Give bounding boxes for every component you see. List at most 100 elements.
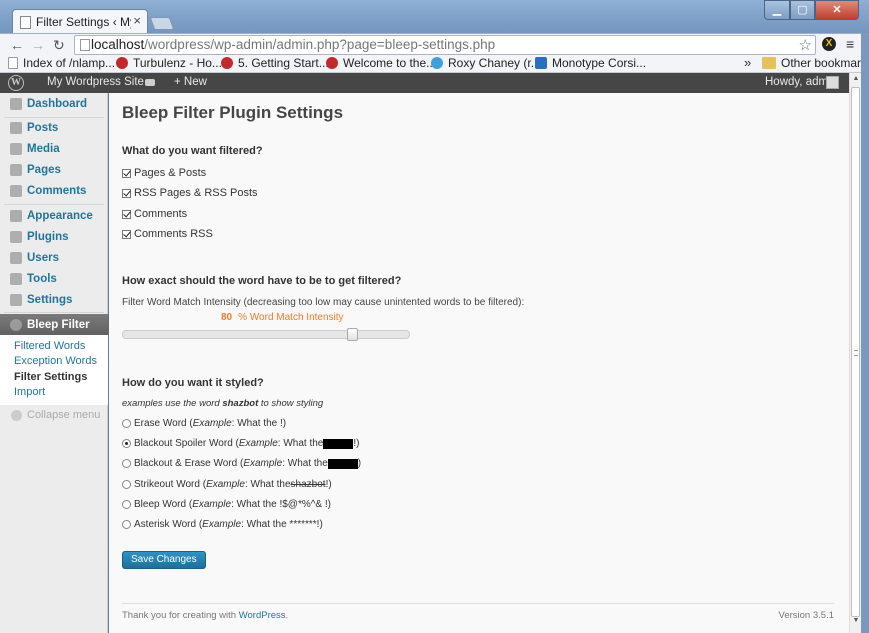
address-bar[interactable]: localhost/wordpress/wp-admin/admin.php?p… [74, 35, 816, 55]
avatar[interactable] [826, 76, 839, 89]
checkbox-comments[interactable]: Comments [122, 208, 187, 220]
checkbox-comments-rss[interactable]: Comments RSS [122, 228, 213, 240]
reload-icon[interactable]: ↻ [53, 37, 65, 54]
bookmark-item[interactable]: Monotype Corsi... [535, 56, 646, 70]
slider-handle[interactable] [346, 328, 358, 341]
radio-asterisk-word[interactable]: Asterisk Word (Example: What the *******… [122, 519, 323, 530]
appearance-icon [10, 210, 22, 222]
comment-bubble-icon[interactable] [145, 79, 155, 86]
bleep-filter-icon [10, 319, 22, 331]
browser-menu-icon[interactable]: ≡ [846, 36, 854, 52]
radio-button[interactable] [122, 500, 131, 509]
monotype-icon [535, 57, 547, 69]
sidebar-item-bleep-filter[interactable]: Bleep Filter [0, 314, 115, 336]
match-intensity-description: Filter Word Match Intensity (decreasing … [122, 297, 525, 308]
footer-credit: Thank you for creating with WordPress. [122, 610, 289, 621]
submenu-filtered-words[interactable]: Filtered Words [14, 340, 85, 352]
radio-bleep-word[interactable]: Bleep Word (Example: What the !$@*%^& !) [122, 499, 331, 510]
page-favicon-icon [20, 16, 31, 29]
sidebar-item-plugins[interactable]: Plugins [0, 227, 108, 247]
radio-button[interactable] [122, 480, 131, 489]
document-icon [8, 57, 18, 69]
bookmark-item[interactable]: Turbulenz - Ho... [116, 56, 222, 70]
sidebar-item-pages[interactable]: Pages [0, 160, 108, 180]
sidebar-item-users[interactable]: Users [0, 248, 108, 268]
back-arrow-icon[interactable]: ← [10, 37, 24, 53]
folder-icon [762, 57, 776, 69]
turbulenz-icon [116, 57, 128, 69]
close-window-button[interactable]: ✕ [815, 0, 859, 20]
page-scrollbar[interactable]: ▲ ▼ [849, 73, 861, 633]
wordpress-logo-icon[interactable]: W [8, 75, 24, 91]
sidebar-item-tools[interactable]: Tools [0, 269, 108, 289]
sidebar-item-media[interactable]: Media [0, 139, 108, 159]
menu-separator [4, 312, 104, 313]
radio-erase-word[interactable]: Erase Word (Example: What the !) [122, 418, 286, 429]
radio-blackout-erase-word[interactable]: Blackout & Erase Word (Example: What the… [122, 458, 361, 469]
checkbox-checked[interactable] [122, 168, 131, 178]
tab-title: Filter Settings ‹ My W [36, 15, 131, 29]
tools-icon [10, 273, 22, 285]
save-changes-button[interactable]: Save Changes [122, 551, 206, 569]
blackout-bar [327, 458, 358, 469]
forward-arrow-icon[interactable]: → [31, 37, 45, 53]
users-icon [10, 252, 22, 264]
tab-close-icon[interactable]: × [133, 13, 141, 28]
page-icon [80, 39, 90, 51]
bookmark-item[interactable]: Welcome to the... [326, 56, 436, 70]
submenu-filter-settings[interactable]: Filter Settings [14, 371, 87, 383]
match-intensity-slider[interactable] [122, 328, 410, 341]
section-heading-filter-targets: What do you want filtered? [122, 145, 263, 157]
radio-strikeout-word[interactable]: Strikeout Word (Example: What the shazbo… [122, 479, 332, 490]
checkbox-checked[interactable] [122, 188, 131, 198]
window-frame [861, 33, 869, 633]
sidebar-item-appearance[interactable]: Appearance [0, 206, 108, 226]
radio-button[interactable] [122, 520, 131, 529]
scrollbar-thumb[interactable] [851, 87, 860, 617]
sidebar-item-settings[interactable]: Settings [0, 290, 108, 310]
checkbox-checked[interactable] [122, 209, 131, 219]
submenu-exception-words[interactable]: Exception Words [14, 355, 97, 367]
checkbox-checked[interactable] [122, 229, 131, 239]
wordpress-link[interactable]: WordPress [239, 610, 286, 621]
match-intensity-unit: % Word Match Intensity [238, 312, 344, 323]
window-controls: ▁ ▢ ✕ [764, 0, 859, 20]
collapse-menu-button[interactable]: Collapse menu [11, 409, 100, 421]
other-bookmarks[interactable]: Other bookmarks [762, 56, 869, 70]
radio-button[interactable] [122, 419, 131, 428]
browser-titlebar: Filter Settings ‹ My W × ▁ ▢ ✕ [0, 0, 869, 35]
new-content-link[interactable]: + New [174, 76, 207, 88]
maximize-button[interactable]: ▢ [790, 0, 815, 20]
collapse-arrow-icon [11, 409, 22, 421]
bookmarks-bar: Index of /nlamp... Turbulenz - Ho... 5. … [0, 55, 869, 73]
match-intensity-readout: 80 % Word Match Intensity [221, 312, 344, 323]
sidebar-item-comments[interactable]: Comments [0, 181, 108, 201]
bookmark-item[interactable]: Index of /nlamp... [8, 56, 115, 70]
minimize-button[interactable]: ▁ [764, 0, 790, 20]
settings-page: Bleep Filter Plugin Settings What do you… [109, 93, 849, 633]
scroll-grip-icon [854, 350, 858, 356]
radio-button-selected[interactable] [122, 439, 131, 448]
submenu-import[interactable]: Import [14, 386, 45, 398]
checkbox-pages-posts[interactable]: Pages & Posts [122, 167, 206, 179]
version-text: Version 3.5.1 [778, 610, 834, 621]
sidebar-item-posts[interactable]: Posts [0, 118, 108, 138]
sidebar-item-dashboard[interactable]: Dashboard [0, 94, 108, 114]
bookmark-star-icon[interactable]: ☆ [799, 36, 812, 54]
url-path: /wordpress/wp-admin/admin.php?page=bleep… [144, 37, 496, 52]
radio-blackout-spoiler-word[interactable]: Blackout Spoiler Word (Example: What the… [122, 438, 359, 449]
browser-window: Filter Settings ‹ My W × ▁ ▢ ✕ ← → ↻ loc… [0, 0, 869, 633]
new-tab-button[interactable] [149, 17, 175, 30]
menu-separator [4, 204, 104, 205]
wp-admin-bar: W My Wordpress Site + New Howdy, admin [0, 73, 859, 93]
section-heading-style: How do you want it styled? [122, 377, 264, 389]
checkbox-rss-pages-posts[interactable]: RSS Pages & RSS Posts [122, 187, 258, 199]
bookmark-item[interactable]: Roxy Chaney (r... [431, 56, 541, 70]
bookmarks-overflow-icon[interactable]: » [744, 55, 751, 70]
settings-icon [10, 294, 22, 306]
radio-button[interactable] [122, 459, 131, 468]
extension-icon[interactable]: X [822, 37, 836, 51]
browser-tab[interactable]: Filter Settings ‹ My W × [12, 9, 148, 35]
bookmark-item[interactable]: 5. Getting Start... [221, 56, 329, 70]
site-name-link[interactable]: My Wordpress Site [47, 76, 144, 88]
